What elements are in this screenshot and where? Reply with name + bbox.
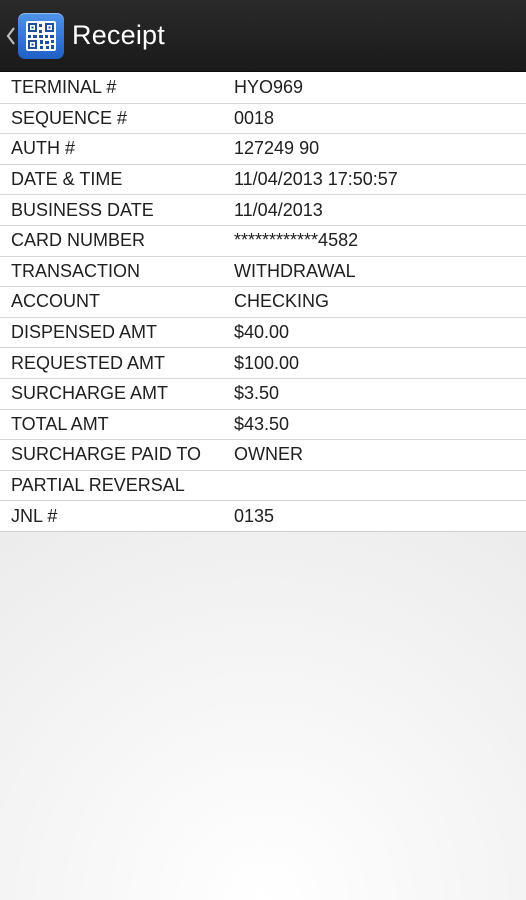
row-label: DISPENSED AMT <box>11 322 158 343</box>
row-label: SURCHARGE PAID TO <box>11 444 202 465</box>
receipt-row-card-number: CARD NUMBER ************4582 <box>0 224 526 256</box>
row-label: DATE & TIME <box>11 169 123 190</box>
qr-code-icon[interactable] <box>18 12 64 59</box>
row-value: $100.00 <box>234 352 300 373</box>
receipt-row-dispensed-amt: DISPENSED AMT $40.00 <box>0 316 526 348</box>
row-value: $43.50 <box>234 413 290 434</box>
receipt-table: TERMINAL # HYO969 SEQUENCE # 0018 AUTH #… <box>0 72 526 532</box>
row-value: ************4582 <box>234 230 359 251</box>
receipt-row-business-date: BUSINESS DATE 11/04/2013 <box>0 194 526 225</box>
row-label: TOTAL AMT <box>11 413 109 434</box>
row-label: CARD NUMBER <box>11 230 146 251</box>
receipt-row-jnl: JNL # 0135 <box>0 500 526 531</box>
action-bar: Receipt <box>0 0 526 72</box>
receipt-row-terminal: TERMINAL # HYO969 <box>0 72 526 103</box>
row-label: SEQUENCE # <box>11 107 128 128</box>
receipt-row-requested-amt: REQUESTED AMT $100.00 <box>0 347 526 378</box>
row-label: SURCHARGE AMT <box>11 383 169 404</box>
row-value: 0018 <box>234 107 275 128</box>
row-value: 11/04/2013 17:50:57 <box>234 169 398 190</box>
receipt-row-date-time: DATE & TIME 11/04/2013 17:50:57 <box>0 163 526 195</box>
row-value: 127249 90 <box>234 138 320 159</box>
row-label: PARTIAL REVERSAL <box>11 475 185 496</box>
row-label: AUTH # <box>11 138 76 159</box>
receipt-row-account: ACCOUNT CHECKING <box>0 286 526 317</box>
row-value: 0135 <box>234 505 275 526</box>
row-value: 11/04/2013 <box>234 199 323 220</box>
receipt-row-sequence: SEQUENCE # 0018 <box>0 102 526 134</box>
receipt-row-transaction: TRANSACTION WITHDRAWAL <box>0 255 526 287</box>
receipt-row-partial-reversal: PARTIAL REVERSAL <box>0 469 526 501</box>
row-label: TRANSACTION <box>11 260 141 281</box>
row-label: REQUESTED AMT <box>11 352 166 373</box>
receipt-row-surcharge-paid-to: SURCHARGE PAID TO OWNER <box>0 439 526 470</box>
row-value: OWNER <box>234 444 303 465</box>
chevron-left-icon[interactable] <box>4 22 18 50</box>
receipt-row-total-amt: TOTAL AMT $43.50 <box>0 408 526 440</box>
row-value: $40.00 <box>234 322 290 343</box>
page-title: Receipt <box>72 20 165 50</box>
receipt-row-auth: AUTH # 127249 90 <box>0 133 526 164</box>
row-value: $3.50 <box>234 383 280 404</box>
row-label: BUSINESS DATE <box>11 199 154 220</box>
row-label: ACCOUNT <box>11 291 100 312</box>
row-value: CHECKING <box>234 291 330 312</box>
row-value: HYO969 <box>234 76 304 97</box>
row-value: WITHDRAWAL <box>234 260 356 281</box>
row-label: TERMINAL # <box>11 76 117 97</box>
row-label: JNL # <box>11 505 58 526</box>
receipt-row-surcharge-amt: SURCHARGE AMT $3.50 <box>0 377 526 409</box>
